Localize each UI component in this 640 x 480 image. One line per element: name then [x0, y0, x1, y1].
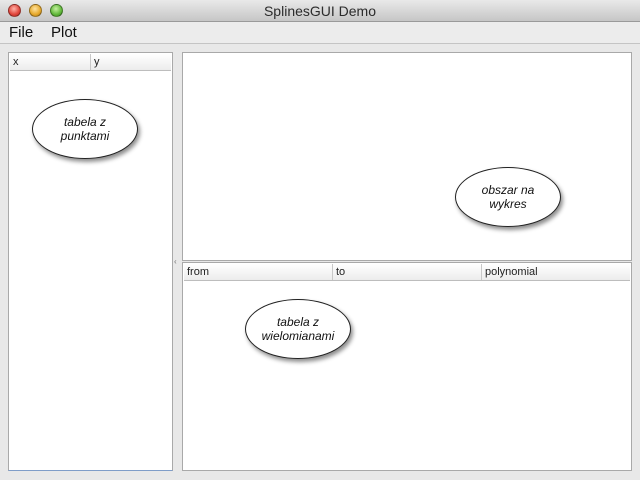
polynomial-table[interactable]: from to polynomial tabela z wielomianami — [182, 262, 632, 471]
main-content: x y tabela z punktami ‹ obszar na wykres… — [0, 44, 640, 480]
title-bar: SplinesGUI Demo — [0, 0, 640, 22]
column-header-x[interactable]: x — [10, 54, 91, 70]
polynomial-table-header: from to polynomial — [184, 264, 630, 281]
column-header-y[interactable]: y — [91, 54, 172, 70]
splitter-grip-icon[interactable]: ‹ — [174, 258, 177, 266]
column-header-to[interactable]: to — [333, 264, 482, 280]
plot-area[interactable]: obszar na wykres — [182, 52, 632, 261]
points-table-annotation: tabela z punktami — [32, 99, 138, 159]
polynomial-table-annotation: tabela z wielomianami — [245, 299, 351, 359]
menu-bar: File Plot — [0, 22, 640, 44]
menu-plot[interactable]: Plot — [51, 24, 77, 41]
points-table[interactable]: x y tabela z punktami — [8, 52, 173, 471]
column-header-from[interactable]: from — [184, 264, 333, 280]
menu-file[interactable]: File — [9, 24, 33, 41]
window-title: SplinesGUI Demo — [263, 3, 377, 19]
column-header-polynomial[interactable]: polynomial — [482, 264, 632, 280]
plot-area-annotation: obszar na wykres — [455, 167, 561, 227]
points-table-header: x y — [10, 54, 171, 71]
